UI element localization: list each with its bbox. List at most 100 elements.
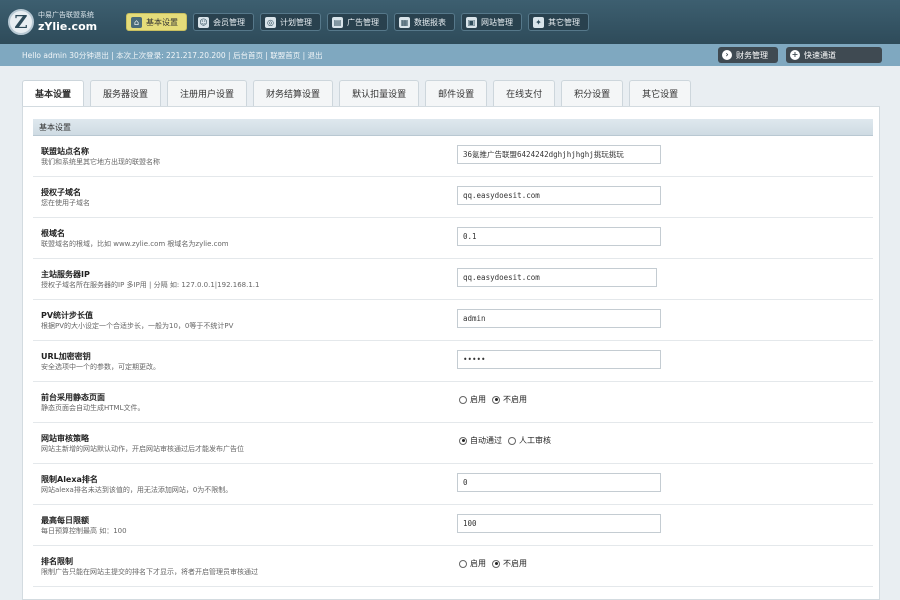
nav-item-1[interactable]: ☺ 会员管理 <box>193 13 254 31</box>
plus-icon: + <box>790 50 800 60</box>
setting-label: 主站服务器IP <box>41 270 90 279</box>
setting-description: 根据PV的大小设定一个合适步长，一般为10，0等于不统计PV <box>41 322 234 330</box>
setting-input[interactable]: 36氪推广告联盟6424242dghjhjhghj挑玩挑玩 <box>457 145 661 164</box>
tab-7[interactable]: 积分设置 <box>561 80 624 106</box>
home-icon: ⌂ <box>131 16 142 28</box>
user-info-text: Hello admin 30分钟退出 | 本次上次登录: 221.217.20.… <box>22 50 323 60</box>
radio-button[interactable] <box>459 395 467 404</box>
finance-button[interactable]: › 财务管理 <box>718 47 778 63</box>
logo-line-1: 中易广告联盟系统 <box>38 11 94 20</box>
quick-access-label: 快速通道 <box>804 50 836 60</box>
setting-row: 排名限制限制广告只能在网站主提交的排名下才显示，将者开启管理员审核通过 启用 不启用 <box>33 546 873 587</box>
nav-item-label: 计划管理 <box>280 17 312 27</box>
settings-panel: 基本设置 联盟站点名称 我们和系统里其它地方出现的联盟名称 36氪推广告联盟6424… <box>22 106 880 600</box>
setting-description: 网站主新增的网站默认动作，开启网站审核通过后才能发布广告位 <box>41 445 244 453</box>
nav-item-2[interactable]: ◎ 计划管理 <box>260 13 321 31</box>
tab-3[interactable]: 财务结算设置 <box>253 80 334 106</box>
radio-button[interactable] <box>459 559 467 568</box>
setting-label: 限制Alexa排名 <box>41 475 98 484</box>
setting-row: 根域名联盟域名的根域，比如 www.zylie.com 根域名为zylie.co… <box>33 218 873 259</box>
radio-button[interactable] <box>508 436 516 445</box>
tab-1[interactable]: 服务器设置 <box>90 80 162 106</box>
setting-label: 联盟站点名称 <box>41 147 89 156</box>
radio-group: 启用 不启用 <box>459 394 527 405</box>
setting-row: PV统计步长值根据PV的大小设定一个合适步长，一般为10，0等于不统计PV adm… <box>33 300 873 341</box>
radio-option[interactable]: 启用 <box>459 394 486 405</box>
setting-input[interactable]: qq.easydoesit.com <box>457 186 661 205</box>
setting-description: 您在使用子域名 <box>41 199 90 207</box>
arrow-icon: › <box>722 50 732 60</box>
tab-8[interactable]: 其它设置 <box>629 80 692 106</box>
setting-label: URL加密密钥 <box>41 352 91 361</box>
top-nav: ⌂ 基本设置 ☺ 会员管理 ◎ 计划管理 ▤ 广告管理 ▦ 数据报表 ▣ 网站管理 ✦ 其它管理 <box>126 13 589 31</box>
radio-option[interactable]: 启用 <box>459 558 486 569</box>
other-icon: ✦ <box>533 16 544 28</box>
setting-input[interactable]: qq.easydoesit.com <box>457 268 657 287</box>
plan-icon: ◎ <box>265 16 276 28</box>
top-header: Z 中易广告联盟系统 zYlie.com ⌂ 基本设置 ☺ 会员管理 ◎ 计划管理 ▤ 广告管… <box>0 0 900 44</box>
tab-4[interactable]: 默认扣量设置 <box>339 80 420 106</box>
radio-group: 启用 不启用 <box>459 558 527 569</box>
nav-item-5[interactable]: ▣ 网站管理 <box>461 13 522 31</box>
nav-item-6[interactable]: ✦ 其它管理 <box>528 13 589 31</box>
radio-group: 自动通过 人工审核 <box>459 435 551 446</box>
setting-row: 主站服务器IP 授权子域名所在服务器的IP 多IP用 | 分隔 如: 127.0.… <box>33 259 873 300</box>
radio-label: 人工审核 <box>519 436 551 445</box>
setting-label: 排名限制 <box>41 557 73 566</box>
setting-label: 授权子域名 <box>41 188 81 197</box>
tab-6[interactable]: 在线支付 <box>493 80 556 106</box>
logo[interactable]: Z 中易广告联盟系统 zYlie.com <box>8 9 126 35</box>
finance-button-label: 财务管理 <box>736 50 768 60</box>
ads-icon: ▤ <box>332 16 343 28</box>
setting-description: 安全选项中一个的参数，可定期更改。 <box>41 363 160 371</box>
info-bar: Hello admin 30分钟退出 | 本次上次登录: 221.217.20.… <box>0 44 900 66</box>
setting-description: 联盟域名的根域，比如 www.zylie.com 根域名为zylie.com <box>41 240 229 248</box>
setting-row: 网站审核策略网站主新增的网站默认动作，开启网站审核通过后才能发布广告位 自动通过 人… <box>33 423 873 464</box>
setting-description: 静态页面会自动生成HTML文件。 <box>41 404 145 412</box>
report-icon: ▦ <box>399 16 410 28</box>
logo-badge: Z <box>8 9 34 35</box>
setting-label: 根域名 <box>41 229 65 238</box>
setting-row: 联盟站点名称我们和系统里其它地方出现的联盟名称 36氪推广告联盟6424242dg… <box>33 136 873 177</box>
nav-item-label: 会员管理 <box>213 17 245 27</box>
radio-button[interactable] <box>459 436 467 445</box>
radio-label: 自动通过 <box>470 436 502 445</box>
nav-item-4[interactable]: ▦ 数据报表 <box>394 13 455 31</box>
nav-item-label: 基本设置 <box>146 17 178 27</box>
setting-row: 限制Alexa排名网站alexa排名未达到该值的，用无法添加网站，0为不限制。 0 <box>33 464 873 505</box>
tab-0[interactable]: 基本设置 <box>22 80 85 106</box>
radio-label: 不启用 <box>503 395 527 404</box>
setting-input[interactable]: 100 <box>457 514 661 533</box>
tab-2[interactable]: 注册用户设置 <box>167 80 248 106</box>
nav-item-label: 数据报表 <box>414 17 446 27</box>
radio-option[interactable]: 不启用 <box>492 394 527 405</box>
infobar-actions: › 财务管理 + 快速通道 <box>718 47 882 63</box>
setting-input[interactable]: ••••• <box>457 350 661 369</box>
setting-row: URL加密密钥安全选项中一个的参数，可定期更改。 ••••• <box>33 341 873 382</box>
setting-input[interactable]: admin <box>457 309 661 328</box>
radio-button[interactable] <box>492 395 500 404</box>
setting-label: 前台采用静态页面 <box>41 393 105 402</box>
setting-description: 网站alexa排名未达到该值的，用无法添加网站，0为不限制。 <box>41 486 233 494</box>
logo-text: 中易广告联盟系统 zYlie.com <box>38 11 97 33</box>
radio-option[interactable]: 自动通过 <box>459 435 502 446</box>
radio-button[interactable] <box>492 559 500 568</box>
setting-description: 每日预算控制最高 如：100 <box>41 527 127 535</box>
settings-rows: 联盟站点名称我们和系统里其它地方出现的联盟名称 36氪推广告联盟6424242dg… <box>33 136 873 587</box>
setting-label: PV统计步长值 <box>41 311 94 320</box>
setting-description: 我们和系统里其它地方出现的联盟名称 <box>41 158 160 166</box>
setting-label: 网站审核策略 <box>41 434 89 443</box>
nav-item-0[interactable]: ⌂ 基本设置 <box>126 13 187 31</box>
logo-line-2: zYlie.com <box>38 19 98 33</box>
radio-option[interactable]: 人工审核 <box>508 435 551 446</box>
radio-option[interactable]: 不启用 <box>492 558 527 569</box>
setting-description: 授权子域名所在服务器的IP 多IP用 | 分隔 如: 127.0.0.1|192… <box>41 281 260 289</box>
tab-5[interactable]: 邮件设置 <box>425 80 488 106</box>
quick-access-button[interactable]: + 快速通道 <box>786 47 882 63</box>
setting-input[interactable]: 0 <box>457 473 661 492</box>
setting-input[interactable]: 0.1 <box>457 227 661 246</box>
nav-item-3[interactable]: ▤ 广告管理 <box>327 13 388 31</box>
settings-tabs: 基本设置 服务器设置 注册用户设置 财务结算设置 默认扣量设置 邮件设置 在线支付 积分设置其… <box>22 80 692 106</box>
users-icon: ☺ <box>198 16 209 28</box>
setting-description: 限制广告只能在网站主提交的排名下才显示，将者开启管理员审核通过 <box>41 568 258 576</box>
